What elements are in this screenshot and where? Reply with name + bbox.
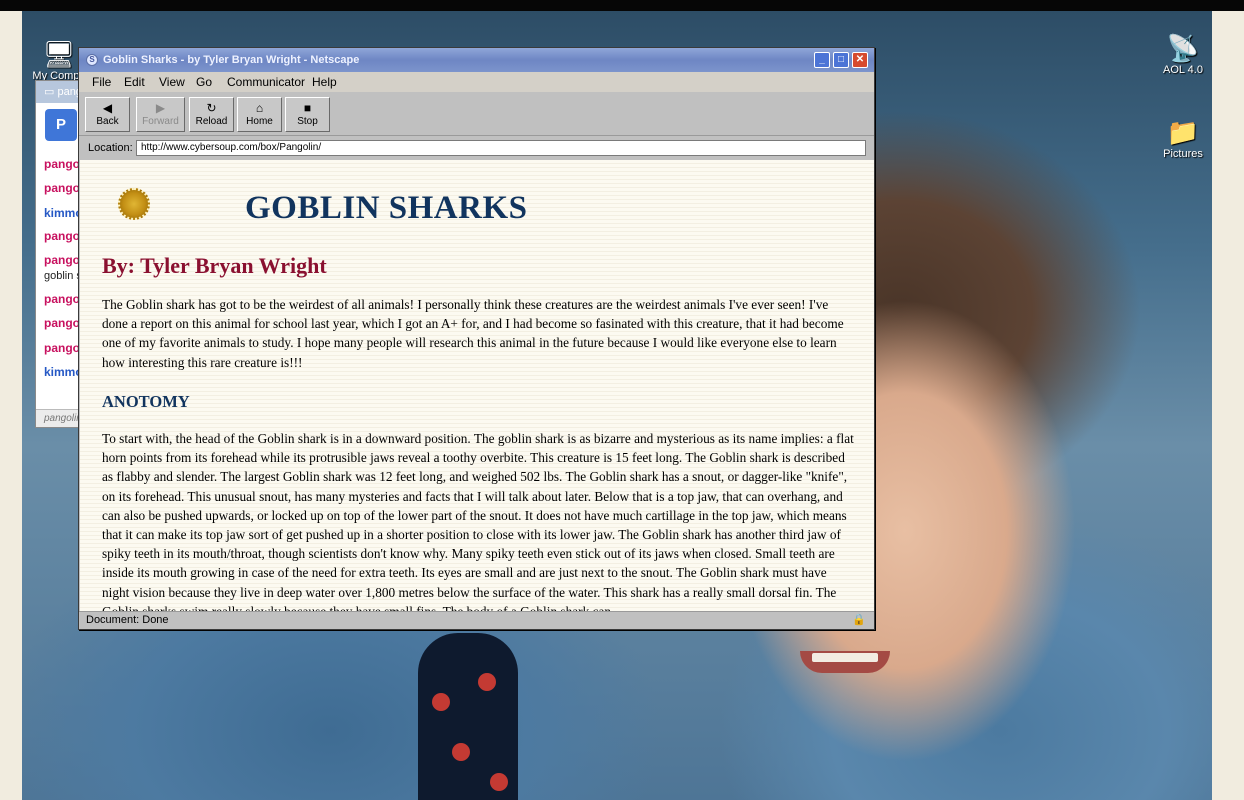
menu-edit[interactable]: Edit bbox=[124, 75, 145, 89]
top-bar bbox=[0, 0, 1244, 11]
smile-shape bbox=[800, 651, 890, 673]
home-button[interactable]: ⌂ Home bbox=[237, 97, 282, 132]
status-text: Document: Done bbox=[86, 614, 169, 626]
minimize-button[interactable]: _ bbox=[814, 52, 830, 68]
chat-list-item[interactable]: pango bbox=[44, 229, 80, 243]
gold-emblem-icon bbox=[118, 188, 150, 220]
forward-button[interactable]: ▶ Forward bbox=[136, 97, 185, 132]
desktop-icon-label: Pictures bbox=[1163, 148, 1203, 160]
photo-border-left bbox=[0, 11, 22, 800]
url-field[interactable]: http://www.cybersoup.com/box/Pangolin/ bbox=[136, 140, 866, 156]
page-content[interactable]: GOBLIN SHARKS By: Tyler Bryan Wright The… bbox=[80, 160, 874, 611]
chat-list-item[interactable]: pango bbox=[44, 341, 80, 355]
chat-list-item[interactable]: pango bbox=[44, 253, 80, 267]
maximize-button[interactable]: □ bbox=[833, 52, 849, 68]
aol-desktop-icon[interactable]: 📡 AOL 4.0 bbox=[1148, 32, 1218, 76]
anatomy-paragraph: To start with, the head of the Goblin sh… bbox=[102, 431, 854, 611]
forward-arrow-icon: ▶ bbox=[155, 101, 166, 115]
chat-list-item[interactable]: kimmo bbox=[44, 206, 83, 220]
netscape-icon: S bbox=[86, 54, 98, 66]
status-bar: Document: Done 🔒 bbox=[79, 611, 874, 629]
lock-icon[interactable]: 🔒 bbox=[852, 613, 866, 626]
menu-go[interactable]: Go bbox=[196, 75, 212, 89]
navigation-toolbar: ◀ Back ▶ Forward ↻ Reload ⌂ Home ■ Stop bbox=[79, 92, 874, 136]
back-arrow-icon: ◀ bbox=[102, 101, 113, 115]
tie-shape bbox=[418, 633, 518, 800]
page-title: GOBLIN SHARKS bbox=[245, 190, 528, 226]
chat-list-item[interactable]: pango bbox=[44, 316, 80, 330]
desktop-icon-label: AOL 4.0 bbox=[1163, 64, 1203, 76]
stop-icon: ■ bbox=[303, 101, 312, 115]
reload-icon: ↻ bbox=[206, 101, 217, 115]
window-title: Goblin Sharks - by Tyler Bryan Wright - … bbox=[103, 54, 360, 66]
reload-button[interactable]: ↻ Reload bbox=[189, 97, 234, 132]
pictures-desktop-icon[interactable]: 📁 Pictures bbox=[1148, 116, 1218, 160]
chat-list-item[interactable]: kimmo bbox=[44, 365, 83, 379]
chat-footer: pangolin bbox=[36, 409, 84, 427]
menu-bar: File Edit View Go Communicator Help bbox=[79, 72, 874, 92]
home-icon: ⌂ bbox=[255, 101, 264, 115]
location-bar: Location: http://www.cybersoup.com/box/P… bbox=[79, 136, 874, 160]
chat-logo: P bbox=[45, 109, 77, 141]
intro-paragraph: The Goblin shark has got to be the weird… bbox=[102, 297, 844, 370]
satellite-icon: 📡 bbox=[1166, 33, 1200, 63]
chat-list-subtext: goblin s bbox=[44, 270, 82, 282]
stop-button[interactable]: ■ Stop bbox=[285, 97, 330, 132]
back-button[interactable]: ◀ Back bbox=[85, 97, 130, 132]
chat-list-item[interactable]: pango bbox=[44, 181, 80, 195]
chat-titlebar[interactable]: ▭ pang bbox=[36, 81, 84, 103]
folder-icon: 📁 bbox=[1166, 117, 1200, 147]
window-titlebar[interactable]: S Goblin Sharks - by Tyler Bryan Wright … bbox=[79, 48, 874, 72]
menu-view[interactable]: View bbox=[159, 75, 185, 89]
byline: By: Tyler Bryan Wright bbox=[102, 253, 327, 278]
close-button[interactable]: ✕ bbox=[852, 52, 868, 68]
chat-list-item[interactable]: pango bbox=[44, 292, 80, 306]
menu-help[interactable]: Help bbox=[312, 75, 337, 89]
section-heading: ANOTOMY bbox=[102, 392, 190, 411]
chat-list-item[interactable]: pango bbox=[44, 157, 80, 171]
menu-file[interactable]: File bbox=[92, 75, 111, 89]
menu-communicator[interactable]: Communicator bbox=[227, 75, 305, 89]
netscape-window[interactable]: S Goblin Sharks - by Tyler Bryan Wright … bbox=[78, 47, 875, 630]
location-label: Location: bbox=[88, 142, 133, 154]
